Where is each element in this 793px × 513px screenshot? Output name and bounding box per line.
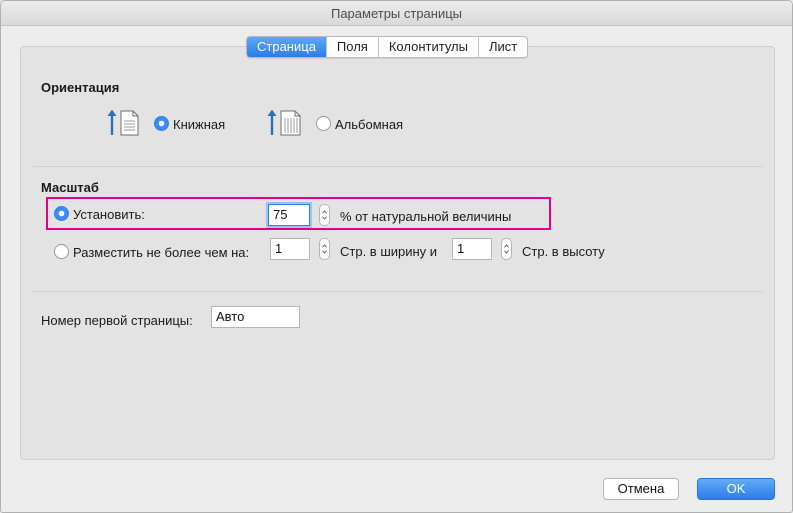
landscape-label: Альбомная: [335, 117, 404, 132]
window-title: Параметры страницы: [1, 1, 792, 26]
portrait-radio[interactable]: [154, 116, 169, 131]
tab-header-footer[interactable]: Колонтитулы: [377, 37, 478, 57]
scale-percent-stepper[interactable]: [319, 204, 330, 226]
tab-sheet[interactable]: Лист: [477, 37, 527, 57]
scale-percent-input[interactable]: 75: [268, 204, 310, 226]
section-divider: [33, 166, 763, 167]
first-page-number-label: Номер первой страницы:: [41, 313, 193, 328]
scale-title: Масштаб: [41, 180, 99, 195]
fit-pages-tall-suffix: Стр. в высоту: [522, 244, 605, 259]
fit-to-label: Разместить не более чем на:: [73, 245, 250, 260]
landscape-page-icon: [267, 109, 301, 136]
cancel-button[interactable]: Отмена: [603, 478, 679, 500]
adjust-to-label: Установить:: [73, 207, 145, 222]
tab-margins[interactable]: Поля: [325, 37, 378, 57]
orientation-title: Ориентация: [41, 80, 120, 95]
fit-pages-wide-stepper[interactable]: [319, 238, 330, 260]
fit-pages-tall-input[interactable]: 1: [452, 238, 492, 260]
fit-pages-wide-suffix: Стр. в ширину и: [340, 244, 438, 259]
tab-page[interactable]: Страница: [247, 37, 326, 57]
first-page-number-input[interactable]: Авто: [211, 306, 300, 328]
fit-pages-tall-stepper[interactable]: [501, 238, 512, 260]
landscape-radio[interactable]: [316, 116, 331, 131]
tab-bar: Страница Поля Колонтитулы Лист: [246, 36, 529, 58]
fit-to-radio[interactable]: [54, 244, 69, 259]
portrait-label: Книжная: [173, 117, 226, 132]
page-setup-dialog: Параметры страницы Страница Поля Колонти…: [0, 0, 793, 513]
adjust-to-radio[interactable]: [54, 206, 69, 221]
section-divider: [33, 291, 763, 292]
portrait-page-icon: [107, 109, 139, 136]
ok-button[interactable]: OK: [697, 478, 775, 500]
scale-percent-suffix: % от натуральной величины: [340, 209, 512, 224]
fit-pages-wide-input[interactable]: 1: [270, 238, 310, 260]
